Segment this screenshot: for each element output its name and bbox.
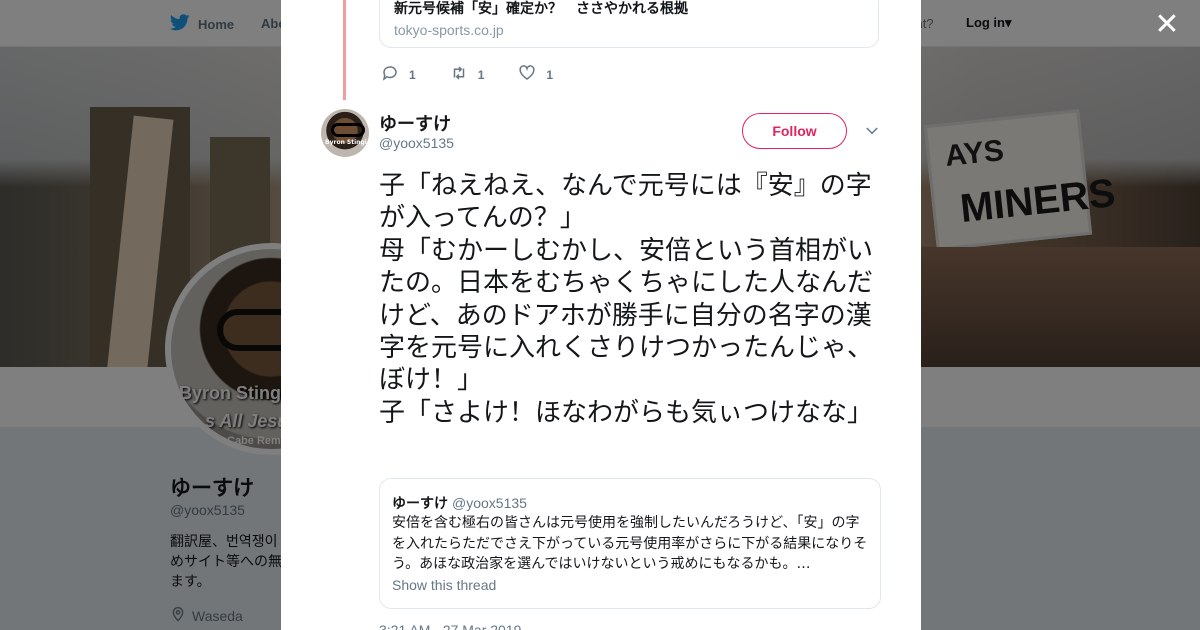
link-card-domain: tokyo-sports.co.jp — [394, 22, 504, 38]
tweet-text-line: 子「ねえねえ、なんで元号には『安』の字が入ってんの？」 — [379, 171, 872, 234]
quoted-author-name: ゆーすけ — [392, 496, 448, 512]
quoted-author-handle: @yoox5135 — [452, 495, 527, 511]
quoted-tweet-text: 安倍を含む極右の皆さんは元号使用を強制したいんだろうけど、「安」の字を入れたらた… — [392, 515, 868, 573]
heart-icon — [518, 64, 536, 85]
tweet-text: 子「ねえねえ、なんで元号には『安』の字が入ってんの？」 母「むかーしむかし、安倍… — [379, 170, 889, 429]
link-card-title: 新元号候補「安」確定か？ ささやかれる根拠 — [394, 1, 688, 17]
show-thread-link[interactable]: Show this thread — [392, 577, 496, 593]
quoted-tweet[interactable]: ゆーすけ @yoox5135 安倍を含む極右の皆さんは元号使用を強制したいんだろう… — [379, 478, 881, 609]
quoted-tweet-header: ゆーすけ @yoox5135 — [392, 493, 527, 513]
reply-button[interactable]: 1 — [381, 64, 416, 85]
tweet-timestamp[interactable]: 3:21 AM - 27 Mar 2019 — [379, 622, 521, 630]
author-name[interactable]: ゆーすけ — [379, 110, 451, 136]
link-preview-card[interactable]: 新元号候補「安」確定か？ ささやかれる根拠 tokyo-sports.co.jp — [379, 0, 879, 48]
tweet-modal: 新元号候補「安」確定か？ ささやかれる根拠 tokyo-sports.co.jp… — [281, 0, 921, 630]
avatar-text: Byron Stingi — [325, 139, 367, 146]
author-avatar[interactable]: Byron Stingi — [321, 109, 369, 157]
retweet-count: 1 — [477, 67, 485, 82]
follow-button[interactable]: Follow — [742, 113, 847, 149]
reply-count: 1 — [409, 67, 416, 82]
like-button[interactable]: 1 — [518, 64, 553, 85]
close-icon[interactable]: ✕ — [1152, 10, 1182, 40]
thread-connector-line — [343, 0, 346, 100]
reply-icon — [381, 64, 399, 85]
retweet-icon — [450, 64, 468, 85]
author-handle[interactable]: @yoox5135 — [379, 135, 454, 151]
tweet-text-line: 子「さよけ！ほなわがらも気ぃつけなな」 — [379, 397, 874, 428]
tweet-actions: 1 1 1 — [381, 64, 587, 85]
like-count: 1 — [546, 67, 554, 82]
chevron-down-icon[interactable] — [863, 122, 881, 140]
tweet-text-line: 母「むかーしむかし、安倍という首相がいたの。日本をむちゃくちゃにした人なんだけど… — [379, 235, 874, 396]
retweet-button[interactable]: 1 — [450, 64, 485, 85]
